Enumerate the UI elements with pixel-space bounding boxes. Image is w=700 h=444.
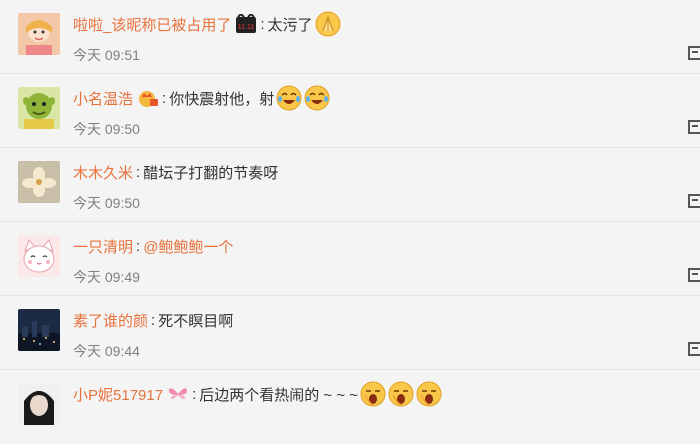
reply-icon[interactable] [688, 342, 700, 356]
username-link[interactable]: 小P妮517917 [73, 384, 163, 405]
reply-icon[interactable] [688, 268, 700, 282]
comment-time: 今天 09:44 [73, 343, 140, 359]
reply-icon[interactable] [688, 46, 700, 60]
yawn-emoji-icon [416, 381, 442, 407]
tears-of-joy-emoji-icon [276, 85, 302, 111]
comment-text: 你快震射他，射 [169, 90, 275, 108]
user-avatar[interactable] [18, 87, 60, 129]
comment-time: 今天 09:50 [73, 121, 140, 137]
comment-item: 一只清明 : @鲍鲍鲍一个 今天 09:49 [0, 222, 700, 296]
user-avatar[interactable] [18, 13, 60, 55]
yawn-emoji-icon [388, 381, 414, 407]
comment-line: 小名温浩 : 你快震射他，射 [73, 85, 330, 111]
comment-item: 啦啦_该昵称已被占用了 11.11 : 太污了 今天 09:51 [0, 0, 700, 74]
comment-text: 后边两个看热闹的 ~ ~ ~ [199, 386, 359, 404]
username-link[interactable]: 木木久米 [73, 162, 133, 183]
username-link[interactable]: 啦啦_该昵称已被占用了 [73, 14, 231, 35]
comment-line: 素了谁的颜 : 死不瞑目啊 [73, 310, 234, 331]
comment-line: 一只清明 : @鲍鲍鲍一个 [73, 236, 234, 257]
avatar-cat-image [18, 235, 60, 277]
username-link[interactable]: 小名温浩 [73, 88, 133, 109]
comment-item: 小名温浩 : 你快震射他，射 今天 09:50 [0, 74, 700, 148]
yawn-emoji-icon [360, 381, 386, 407]
comment-item: 木木久米 : 醋坛子打翻的节奏呀 今天 09:50 [0, 148, 700, 222]
vip-crown-badge-icon [137, 88, 159, 108]
avatar-shrek-image [18, 87, 60, 129]
avatar-flower-image [18, 161, 60, 203]
folded-hands-emoji-icon [315, 11, 341, 37]
comment-time: 今天 09:49 [73, 269, 140, 285]
user-avatar[interactable] [18, 309, 60, 351]
comment-time: 今天 09:51 [73, 47, 140, 63]
comment-item: 小P妮517917 : 后边两个看热闹的 ~ ~ ~ [0, 370, 700, 444]
reply-icon[interactable] [688, 194, 700, 208]
avatar-girl-image [18, 13, 60, 55]
comment-time: 今天 09:50 [73, 195, 140, 211]
comment-list: 啦啦_该昵称已被占用了 11.11 : 太污了 今天 09:51 小名温浩: … [0, 0, 700, 425]
comment-line: 小P妮517917 : 后边两个看热闹的 ~ ~ ~ [73, 381, 442, 407]
username-link[interactable]: 一只清明 [73, 236, 133, 257]
user-avatar[interactable] [18, 235, 60, 277]
butterfly-badge-icon [167, 384, 189, 404]
mention-link[interactable]: @鲍鲍鲍一个 [143, 236, 233, 257]
username-link[interactable]: 素了谁的颜 [73, 310, 148, 331]
svg-text:11.11: 11.11 [238, 24, 255, 31]
comment-text: 死不瞑目啊 [158, 312, 234, 330]
avatar-dark-hair-image [18, 383, 60, 425]
comment-line: 木木久米 : 醋坛子打翻的节奏呀 [73, 162, 279, 183]
comment-item: 素了谁的颜 : 死不瞑目啊 今天 09:44 [0, 296, 700, 370]
comment-text: 太污了 [267, 16, 313, 34]
comment-line: 啦啦_该昵称已被占用了 11.11 : 太污了 [73, 11, 341, 37]
avatar-night-city-image [18, 309, 60, 351]
user-avatar[interactable] [18, 383, 60, 425]
tmall-1111-badge-icon: 11.11 [235, 14, 257, 34]
user-avatar[interactable] [18, 161, 60, 203]
comment-text: 醋坛子打翻的节奏呀 [143, 164, 279, 182]
reply-icon[interactable] [688, 120, 700, 134]
tears-of-joy-emoji-icon [304, 85, 330, 111]
